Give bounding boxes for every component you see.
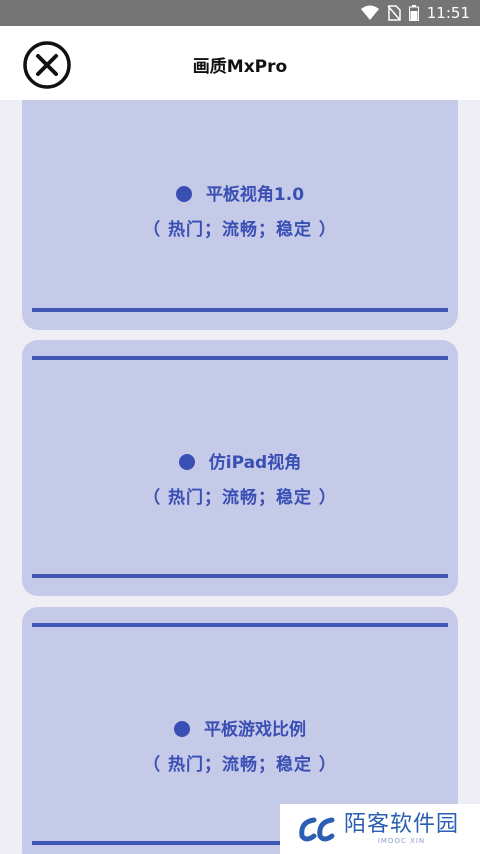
card-bottom-bar: [32, 308, 448, 312]
watermark-subtext: IMOOC XIN: [377, 837, 426, 845]
battery-icon: [408, 5, 419, 21]
watermark: 陌客软件园 IMOOC XIN: [280, 804, 480, 854]
wifi-icon: [360, 5, 379, 20]
option-name: 平板游戏比例: [204, 720, 306, 740]
watermark-text: 陌客软件园: [344, 812, 460, 837]
option-tags: （ 热门；流畅；稳定 ）: [143, 488, 337, 508]
bullet-icon: [174, 721, 190, 737]
status-time: 11:51: [426, 4, 470, 22]
option-tags: （ 热门；流畅；稳定 ）: [143, 220, 337, 240]
option-name: 平板视角1.0: [205, 185, 305, 205]
option-card-tablet-view[interactable]: 平板视角1.0 （ 热门；流畅；稳定 ）: [22, 100, 458, 330]
option-card-ipad-view[interactable]: 仿iPad视角 （ 热门；流畅；稳定 ）: [22, 340, 458, 596]
card-bottom-bar: [32, 574, 448, 578]
no-sim-icon: [387, 5, 401, 21]
bullet-icon: [178, 454, 195, 470]
option-list: 平板视角1.0 （ 热门；流畅；稳定 ） 仿iPad视角 （ 热门；流畅；稳定 …: [0, 100, 480, 854]
option-label: 平板游戏比例 （ 热门；流畅；稳定 ）: [22, 715, 458, 775]
card-top-bar: [32, 356, 448, 360]
card-top-bar: [32, 623, 448, 627]
watermark-logo-icon: [299, 817, 335, 842]
option-tags: （ 热门；流畅；稳定 ）: [143, 755, 337, 775]
status-bar: 11:51: [0, 0, 480, 26]
option-label: 仿iPad视角 （ 热门；流畅；稳定 ）: [22, 448, 458, 508]
option-label: 平板视角1.0 （ 热门；流畅；稳定 ）: [22, 180, 458, 240]
page-title: 画质MxPro: [192, 57, 288, 77]
option-name: 仿iPad视角: [208, 453, 302, 473]
bullet-icon: [175, 186, 192, 202]
app-header: 画质MxPro: [0, 26, 480, 100]
